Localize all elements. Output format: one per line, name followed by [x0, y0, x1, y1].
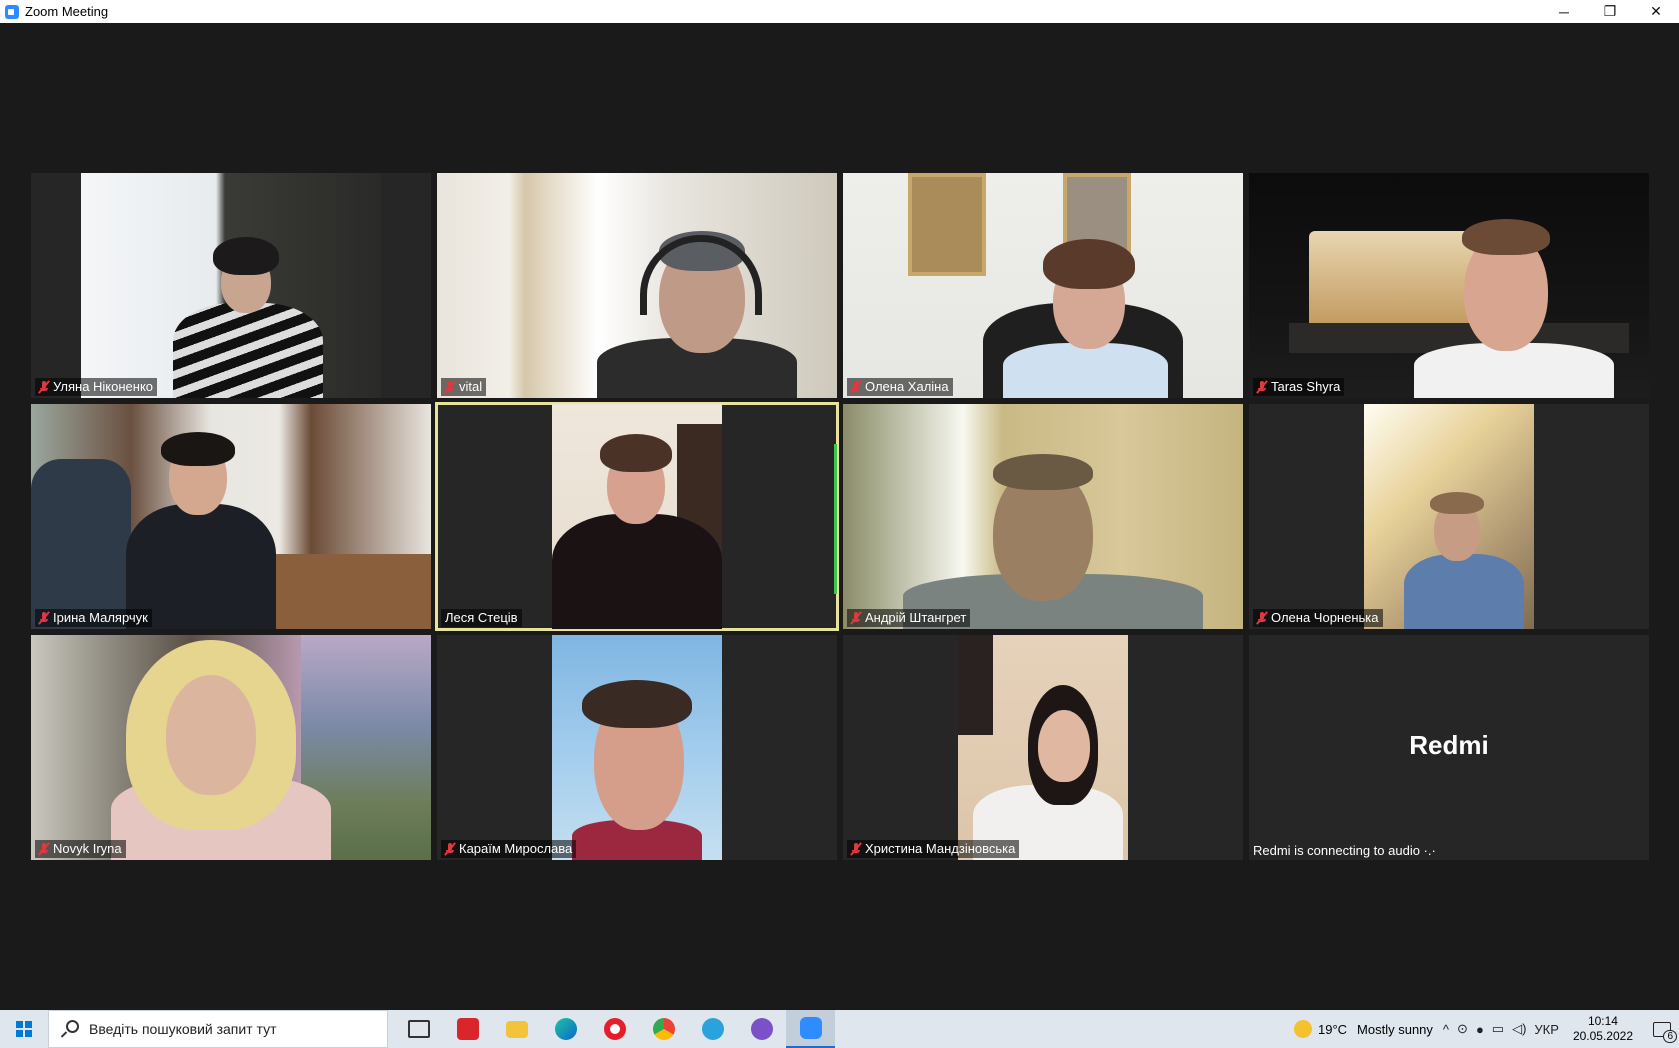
volume-icon[interactable]: ◁)	[1512, 1021, 1526, 1037]
participant-tile[interactable]: vital	[437, 173, 837, 398]
opera-icon[interactable]	[590, 1010, 639, 1048]
muted-mic-icon	[1256, 379, 1268, 394]
participant-name-tag: Олена Халіна	[847, 378, 953, 396]
muted-mic-icon	[38, 610, 50, 625]
file-explorer-icon[interactable]	[492, 1010, 541, 1048]
participant-tile[interactable]: Уляна Ніконенко	[31, 173, 431, 398]
participant-display-name: Redmi	[1409, 730, 1489, 760]
windows-logo-icon	[16, 1021, 32, 1037]
participant-video	[552, 635, 722, 860]
search-icon	[61, 1020, 79, 1038]
title-bar: Zoom Meeting ─ ❐ ✕	[0, 0, 1679, 23]
audio-connecting-status: Redmi is connecting to audio ·.·	[1253, 843, 1436, 858]
participant-name-tag: Андрій Штангрет	[847, 609, 971, 627]
windows-taskbar: Введіть пошуковий запит тут 19°C Mostly …	[0, 1010, 1679, 1048]
weather-condition[interactable]: Mostly sunny	[1357, 1022, 1433, 1037]
window-title: Zoom Meeting	[25, 4, 109, 19]
zoom-icon[interactable]	[786, 1010, 835, 1048]
participant-video	[1364, 404, 1534, 629]
system-tray: 19°C Mostly sunny ^ ⊙ ● ▭ ◁) УКР 10:14 2…	[1294, 1010, 1679, 1048]
participant-name-tag: Леся Стеців	[441, 609, 522, 627]
participant-tile[interactable]: Taras Shyra	[1249, 173, 1649, 398]
edge-icon[interactable]	[541, 1010, 590, 1048]
task-view-icon[interactable]	[394, 1010, 443, 1048]
start-button[interactable]	[0, 1010, 48, 1048]
participant-name: Леся Стеців	[445, 610, 518, 625]
restore-button[interactable]: ❐	[1587, 0, 1633, 23]
participant-tile[interactable]: Андрій Штангрет	[843, 404, 1243, 629]
participant-name: Taras Shyra	[1271, 379, 1341, 394]
participant-video	[843, 404, 1243, 629]
notification-count: 6	[1663, 1029, 1677, 1043]
participant-name-tag: Олена Чорненька	[1253, 609, 1383, 627]
chrome-icon[interactable]	[639, 1010, 688, 1048]
participant-name: vital	[459, 379, 483, 394]
participant-video	[552, 404, 722, 629]
participant-name: Караїм Мирослава	[459, 841, 573, 856]
participant-name: Андрій Штангрет	[865, 610, 967, 625]
participant-name-tag: Уляна Ніконенко	[35, 378, 158, 396]
taskbar-apps	[394, 1010, 835, 1048]
clock[interactable]: 10:14 20.05.2022	[1573, 1014, 1633, 1044]
participant-name-tag: Караїм Мирослава	[441, 840, 577, 858]
notification-center-button[interactable]: 6	[1645, 1021, 1679, 1043]
participant-video	[81, 173, 381, 398]
participant-name-tag: Христина Мандзіновська	[847, 840, 1020, 858]
participant-tile-video-off[interactable]: Redmi Redmi is connecting to audio ·.·	[1249, 635, 1649, 860]
gallery-view: Уляна Ніконенко vital Олена Халіна Taras…	[0, 23, 1679, 1010]
muted-mic-icon	[850, 610, 862, 625]
participant-tile[interactable]: Олена Халіна	[843, 173, 1243, 398]
chevron-up-icon[interactable]: ^	[1443, 1022, 1449, 1037]
participant-video	[1249, 173, 1649, 398]
participant-name-tag: Novyk Iryna	[35, 840, 126, 858]
muted-mic-icon	[850, 379, 862, 394]
clock-date: 20.05.2022	[1572, 1029, 1633, 1043]
participant-name-tag: Ірина Малярчук	[35, 609, 152, 627]
search-placeholder: Введіть пошуковий запит тут	[89, 1021, 277, 1037]
participant-tile[interactable]: Олена Чорненька	[1249, 404, 1649, 629]
participant-video	[31, 635, 431, 860]
taskbar-search[interactable]: Введіть пошуковий запит тут	[48, 1010, 388, 1048]
participant-tile[interactable]: Novyk Iryna	[31, 635, 431, 860]
participant-name: Novyk Iryna	[53, 841, 122, 856]
meet-now-icon[interactable]: ⊙	[1457, 1021, 1468, 1037]
participant-tile[interactable]: Христина Мандзіновська	[843, 635, 1243, 860]
telegram-icon[interactable]	[688, 1010, 737, 1048]
participant-name: Уляна Ніконенко	[53, 379, 154, 394]
participant-tile[interactable]: Ірина Малярчук	[31, 404, 431, 629]
participant-video	[958, 635, 1128, 860]
muted-mic-icon	[850, 841, 862, 856]
viber-icon[interactable]	[737, 1010, 786, 1048]
participant-video	[31, 404, 431, 629]
participant-name: Олена Халіна	[865, 379, 949, 394]
weather-sun-icon[interactable]	[1294, 1020, 1312, 1038]
weather-temperature[interactable]: 19°C	[1318, 1022, 1347, 1037]
microphone-icon[interactable]: ●	[1476, 1022, 1484, 1037]
minimize-button[interactable]: ─	[1541, 0, 1587, 23]
language-indicator[interactable]: УКР	[1534, 1022, 1559, 1037]
network-icon[interactable]: ▭	[1492, 1021, 1504, 1037]
muted-mic-icon	[444, 841, 456, 856]
close-button[interactable]: ✕	[1633, 0, 1679, 23]
participant-video	[437, 173, 837, 398]
participant-name-tag: Taras Shyra	[1253, 378, 1345, 396]
muted-mic-icon	[1256, 610, 1268, 625]
participant-name: Ірина Малярчук	[53, 610, 148, 625]
pdf-app-icon[interactable]	[443, 1010, 492, 1048]
muted-mic-icon	[444, 379, 456, 394]
participant-tile-active-speaker[interactable]: Леся Стеців	[435, 402, 839, 631]
participant-tile[interactable]: Караїм Мирослава	[437, 635, 837, 860]
participant-name-tag: vital	[441, 378, 487, 396]
muted-mic-icon	[38, 841, 50, 856]
participant-name: Христина Мандзіновська	[865, 841, 1016, 856]
zoom-icon	[5, 4, 19, 19]
participant-name: Олена Чорненька	[1271, 610, 1379, 625]
muted-mic-icon	[38, 379, 50, 394]
participant-video	[843, 173, 1243, 398]
clock-time: 10:14	[1587, 1014, 1618, 1028]
